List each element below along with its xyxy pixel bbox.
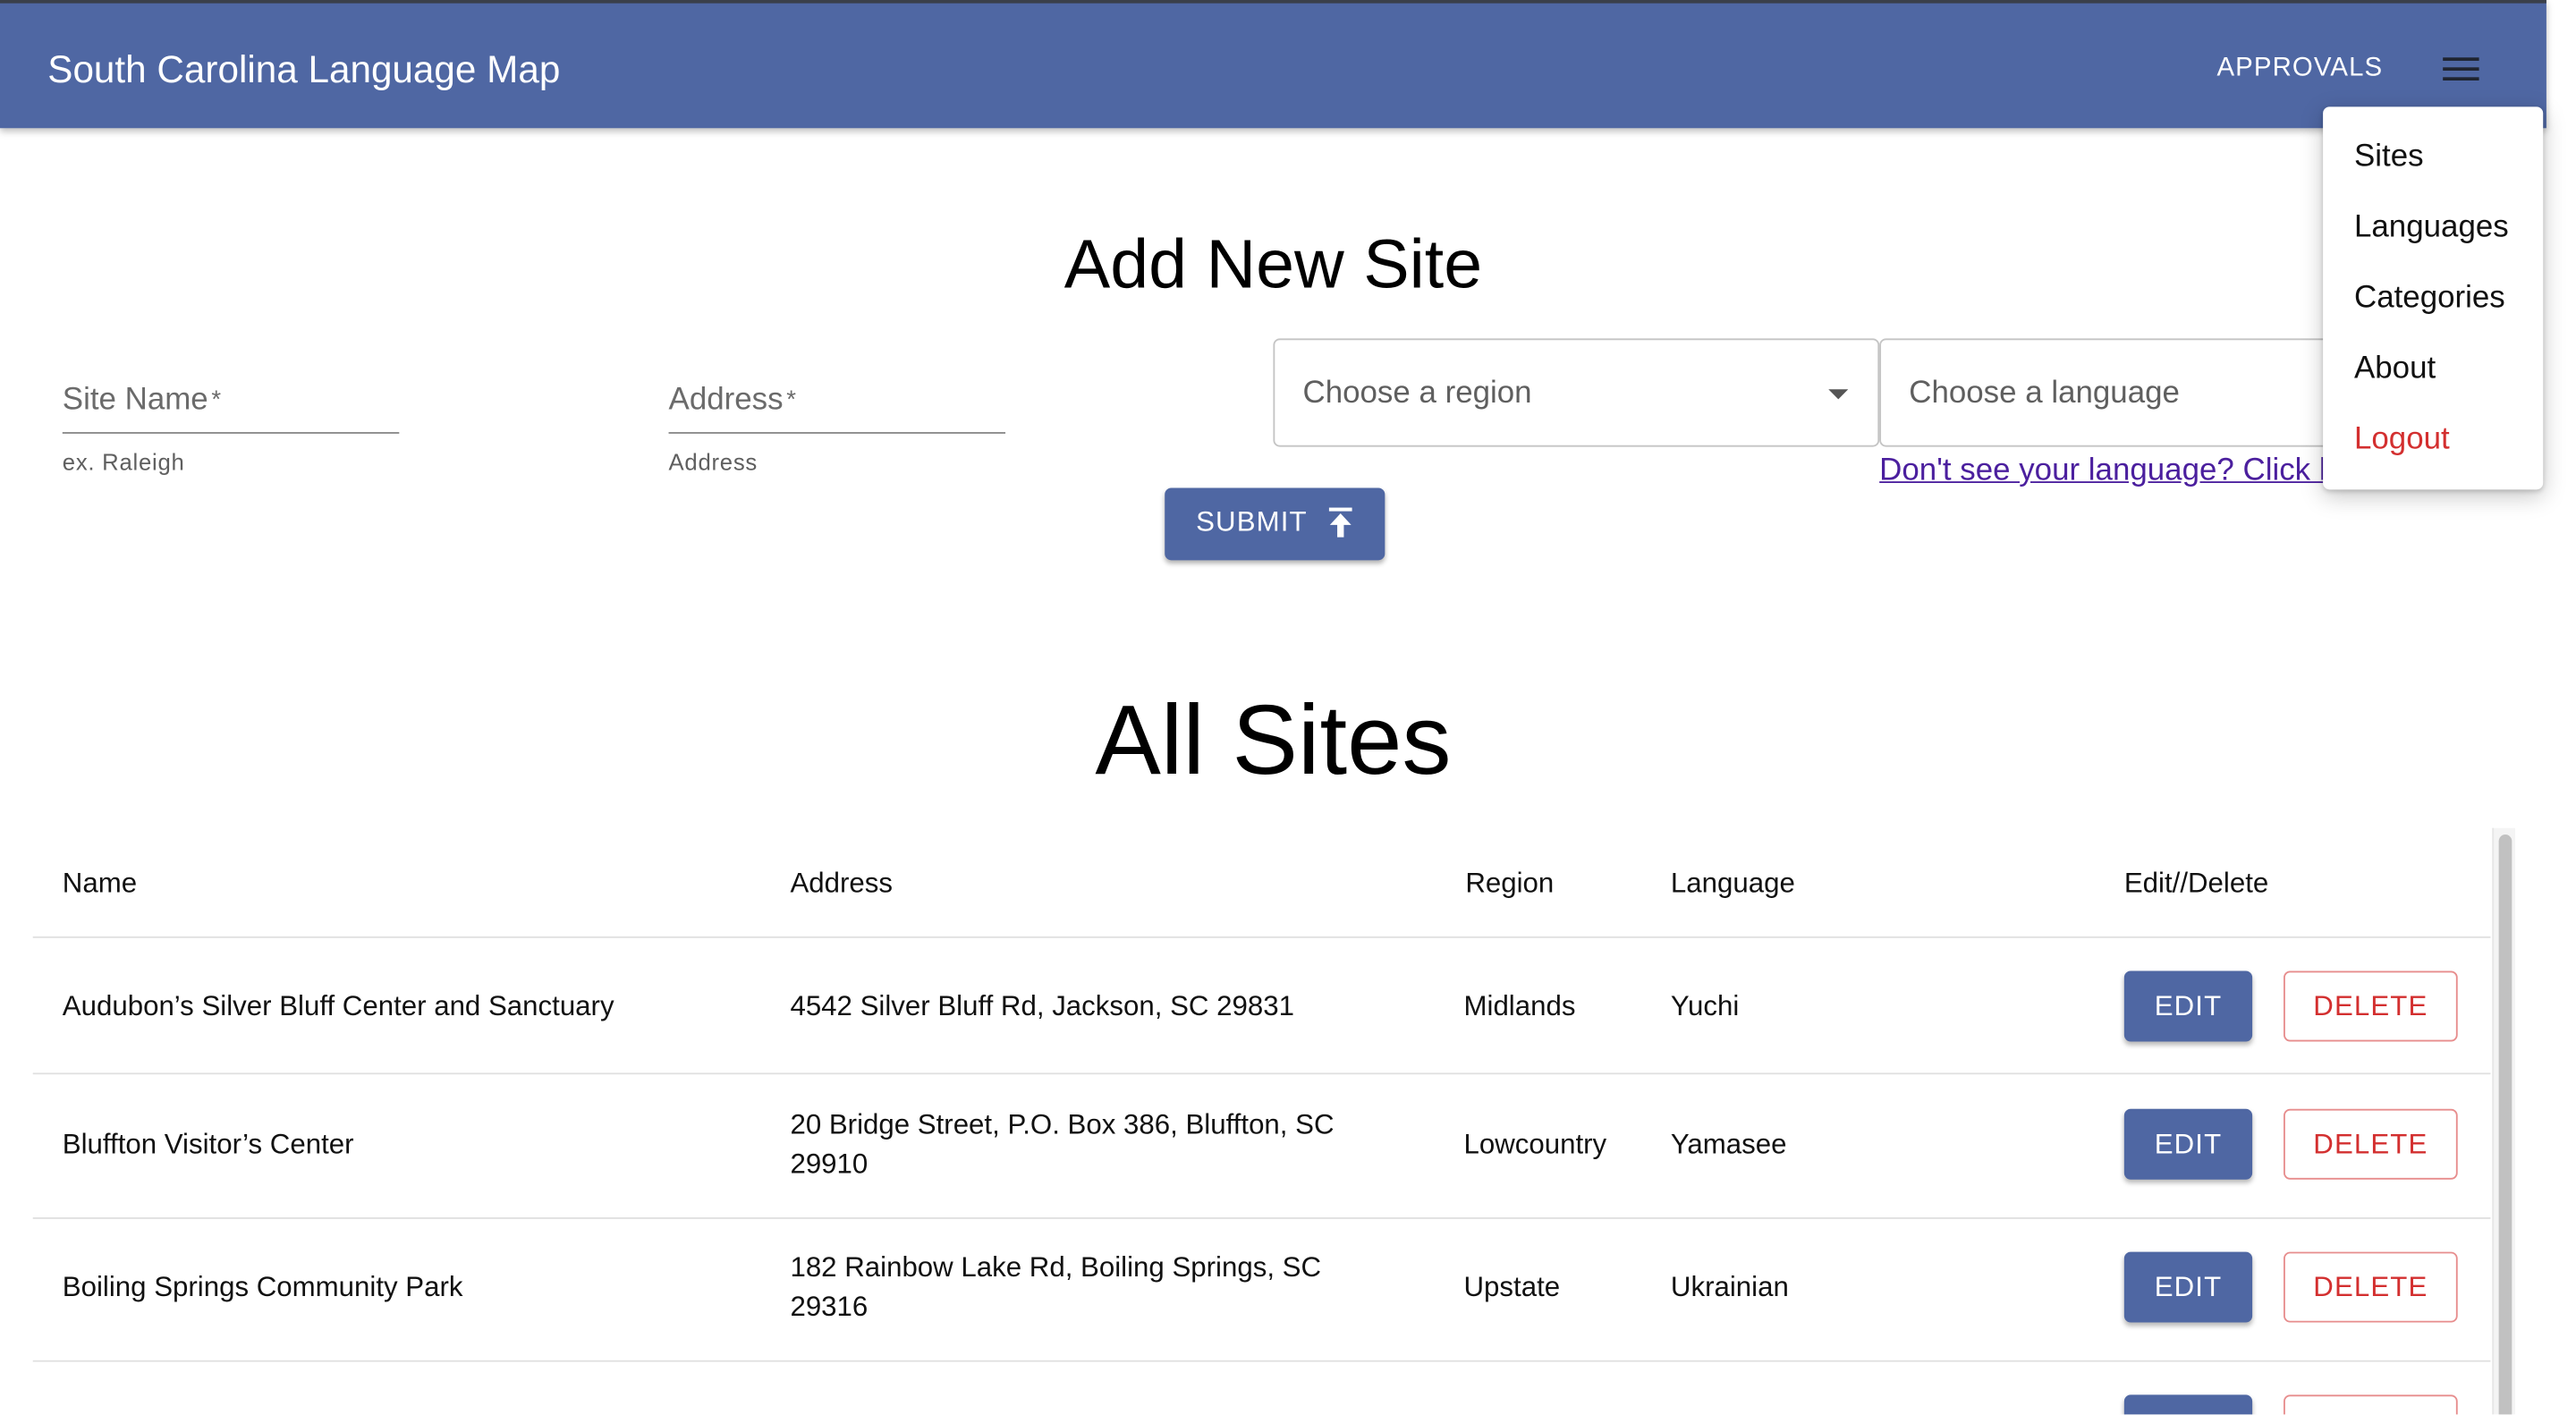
missing-language-link[interactable]: Don't see your language? Click here bbox=[1879, 450, 2381, 493]
address-helper: Address bbox=[668, 448, 758, 475]
delete-button[interactable]: DELETE bbox=[2284, 1108, 2458, 1180]
region-select-placeholder: Choose a region bbox=[1302, 376, 1532, 411]
submit-button[interactable]: SUBMIT bbox=[1165, 487, 1385, 561]
add-site-title: Add New Site bbox=[1063, 225, 1483, 302]
cell-name: Audubon’s Silver Bluff Center and Sanctu… bbox=[62, 990, 614, 1022]
edit-button[interactable]: EDIT bbox=[2123, 1108, 2253, 1180]
edit-button[interactable]: EDIT bbox=[2123, 970, 2253, 1042]
scrollbar-thumb[interactable] bbox=[2498, 835, 2512, 1415]
upload-icon bbox=[1326, 506, 1355, 539]
delete-button-partial[interactable] bbox=[2284, 1394, 2458, 1415]
cell-address: 4542 Silver Bluff Rd, Jackson, SC 29831 bbox=[790, 990, 1294, 1022]
cell-address: 20 Bridge Street, P.O. Box 386, Bluffton… bbox=[790, 1108, 1335, 1180]
app-bar: South Carolina Language Map APPROVALS bbox=[0, 0, 2546, 129]
menu-item-languages[interactable]: Languages bbox=[2323, 196, 2543, 261]
column-header-name: Name bbox=[62, 867, 138, 899]
cell-region: Midlands bbox=[1463, 990, 1576, 1022]
required-mark: * bbox=[211, 386, 222, 414]
row-divider bbox=[32, 1360, 2491, 1362]
address-label: Address * bbox=[668, 382, 796, 418]
column-header-edit-delete: Edit//Delete bbox=[2123, 867, 2269, 899]
column-header-address: Address bbox=[790, 867, 894, 899]
delete-button[interactable]: DELETE bbox=[2284, 970, 2458, 1042]
table-row: Bluffton Visitor’s Center 20 Bridge Stre… bbox=[33, 1074, 2491, 1217]
submit-label: SUBMIT bbox=[1196, 505, 1308, 538]
all-sites-title: All Sites bbox=[1095, 684, 1452, 795]
approvals-button[interactable]: APPROVALS bbox=[2201, 43, 2398, 96]
address-underline bbox=[668, 432, 1006, 434]
table-scrollbar[interactable] bbox=[2492, 827, 2515, 1415]
menu-item-sites[interactable]: Sites bbox=[2323, 125, 2543, 191]
menu-item-about[interactable]: About bbox=[2323, 337, 2543, 402]
table-row: Audubon’s Silver Bluff Center and Sanctu… bbox=[33, 938, 2491, 1074]
region-select[interactable]: Choose a region bbox=[1273, 338, 1880, 447]
table-row: Boiling Springs Community Park 182 Rainb… bbox=[33, 1219, 2491, 1360]
site-name-helper: ex. Raleigh bbox=[62, 448, 185, 475]
nav-menu: Sites Languages Categories About Logout bbox=[2323, 106, 2544, 490]
site-name-underline bbox=[62, 432, 400, 434]
cell-language: Yamasee bbox=[1670, 1128, 1787, 1160]
menu-item-logout[interactable]: Logout bbox=[2323, 408, 2543, 473]
sites-table: Name Address Region Language Edit//Delet… bbox=[32, 828, 2491, 1415]
menu-item-categories[interactable]: Categories bbox=[2323, 267, 2543, 332]
cell-language: Ukrainian bbox=[1670, 1271, 1789, 1303]
cell-region: Upstate bbox=[1463, 1271, 1561, 1303]
required-mark: * bbox=[786, 386, 796, 414]
language-select[interactable]: Choose a language bbox=[1879, 338, 2373, 447]
site-name-label: Site Name * bbox=[62, 382, 222, 418]
cell-address: 182 Rainbow Lake Rd, Boiling Springs, SC… bbox=[790, 1251, 1322, 1323]
language-select-placeholder: Choose a language bbox=[1909, 376, 2180, 411]
column-header-language: Language bbox=[1670, 867, 1795, 899]
edit-button[interactable]: EDIT bbox=[2123, 1251, 2253, 1323]
cell-region: Lowcountry bbox=[1463, 1128, 1607, 1160]
column-header-region: Region bbox=[1465, 867, 1555, 899]
delete-button[interactable]: DELETE bbox=[2284, 1251, 2458, 1323]
hamburger-menu-icon[interactable] bbox=[2438, 46, 2484, 91]
dropdown-arrow-icon bbox=[1828, 389, 1849, 400]
cell-name: Bluffton Visitor’s Center bbox=[62, 1128, 354, 1160]
cell-name: Boiling Springs Community Park bbox=[62, 1271, 463, 1303]
app-title[interactable]: South Carolina Language Map bbox=[47, 46, 560, 91]
page: South Carolina Language Map APPROVALS Ad… bbox=[0, 0, 2576, 1415]
cell-language: Yuchi bbox=[1670, 990, 1740, 1022]
edit-button-partial[interactable] bbox=[2123, 1394, 2253, 1415]
